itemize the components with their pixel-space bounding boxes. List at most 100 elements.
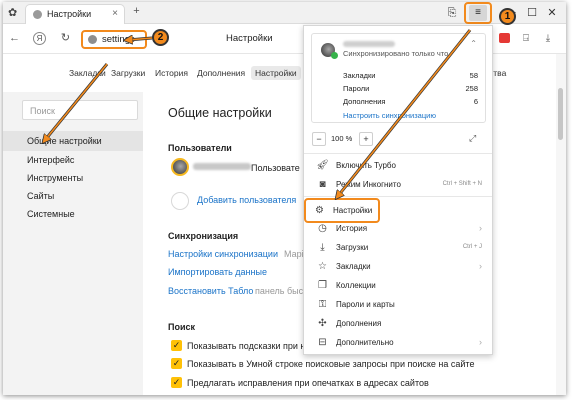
- yandex-icon[interactable]: Я: [33, 32, 46, 45]
- sync-row-value: 6: [473, 97, 478, 106]
- sync-section-title: Синхронизация: [168, 231, 239, 241]
- bookmark-page-icon[interactable]: ⎘: [444, 5, 460, 21]
- step-badge-2: 2: [152, 29, 169, 46]
- browser-window: ✿ Настройки × + ⎘ ≡ − ☐ ✕ ← Я ↻ settings…: [3, 2, 566, 395]
- menu-item-more[interactable]: ⊟ Дополнительно ›: [304, 333, 492, 352]
- account-name-blurred: [343, 41, 395, 47]
- menu-item-label: Коллекции: [336, 281, 376, 290]
- address-text: settings: [102, 34, 135, 45]
- menu-item-collections[interactable]: ❐ Коллекции: [304, 276, 492, 295]
- sidebar-item-general[interactable]: Общие настройки: [27, 136, 102, 146]
- users-section-title: Пользователи: [168, 143, 232, 153]
- menu-item-shortcut: Ctrl + J: [462, 244, 482, 250]
- extension-icon[interactable]: ⍈: [518, 31, 534, 46]
- menu-divider: [304, 196, 492, 197]
- sync-row-passwords: Пароли 258: [343, 84, 478, 93]
- puzzle-icon: ✣: [318, 318, 327, 329]
- site-settings-icon: [88, 35, 97, 44]
- sync-ok-icon: [331, 52, 338, 59]
- sidebar-item-sites[interactable]: Сайты: [27, 191, 54, 201]
- fullscreen-icon[interactable]: ⤢: [469, 133, 476, 144]
- menu-item-bookmarks[interactable]: ☆ Закладки ›: [304, 257, 492, 276]
- import-data-link[interactable]: Импортировать данные: [168, 267, 267, 277]
- sync-account-card[interactable]: Синхронизировано только что ⌃ Закладки 5…: [311, 33, 486, 123]
- rocket-icon: 🚀︎: [316, 160, 329, 171]
- menu-item-label: Закладки: [336, 262, 371, 271]
- step-badge-1: 1: [499, 8, 516, 25]
- sidebar-item-interface[interactable]: Интерфейс: [27, 155, 74, 165]
- extension-red-icon[interactable]: [499, 33, 510, 43]
- page-scrollbar[interactable]: [556, 54, 566, 395]
- sync-settings-link[interactable]: Настройки синхронизации: [168, 249, 278, 259]
- settings-search-input[interactable]: Поиск: [22, 100, 138, 120]
- more-dots-icon: ⊟: [318, 337, 327, 348]
- main-menu-dropdown: Синхронизировано только что ⌃ Закладки 5…: [303, 25, 493, 355]
- sidebar-item-system[interactable]: Системные: [27, 209, 75, 219]
- collections-icon: ❐: [318, 280, 327, 291]
- menu-item-extensions[interactable]: ✣ Дополнения: [304, 314, 492, 333]
- user-avatar[interactable]: [171, 158, 189, 176]
- incognito-mask-icon: ◙: [319, 179, 326, 190]
- title-bar: ✿ Настройки × + ⎘ ≡ − ☐ ✕: [3, 2, 566, 24]
- add-user-avatar-placeholder: [171, 192, 189, 210]
- settings-nav-history[interactable]: История: [155, 68, 188, 78]
- settings-nav-settings[interactable]: Настройки: [251, 66, 301, 80]
- zoom-level: 100 %: [331, 134, 353, 143]
- new-tab-button[interactable]: +: [130, 5, 143, 18]
- tab-settings[interactable]: Настройки ×: [25, 4, 125, 24]
- address-bar[interactable]: settings: [81, 30, 147, 49]
- settings-menu-item-highlight[interactable]: ⚙ Настройки: [304, 198, 380, 223]
- sync-row-bookmarks: Закладки 58: [343, 71, 478, 80]
- settings-menu-item-label: Настройки: [333, 206, 373, 215]
- settings-nav-extensions[interactable]: Дополнения: [197, 68, 245, 78]
- add-user-link[interactable]: Добавить пользователя: [197, 195, 296, 205]
- menu-item-label: Включить Турбо: [336, 161, 396, 170]
- chevron-up-icon[interactable]: ⌃: [470, 39, 477, 48]
- restore-tablo-fragment: панель быс: [255, 286, 304, 296]
- search-placeholder: Поиск: [30, 106, 55, 116]
- sync-row-value: 58: [469, 71, 478, 80]
- checkbox-typo-corrections[interactable]: ✓: [171, 377, 182, 388]
- configure-sync-link[interactable]: Настроить синхронизацию: [343, 111, 436, 120]
- checkbox-site-search-queries[interactable]: ✓: [171, 358, 182, 369]
- scrollbar-thumb[interactable]: [558, 88, 563, 140]
- downloads-icon[interactable]: ⤓: [540, 31, 556, 46]
- chevron-right-icon: ›: [479, 261, 482, 271]
- close-window-icon[interactable]: ✕: [544, 5, 560, 21]
- menu-item-label: Дополнительно: [336, 338, 394, 347]
- main-menu-button[interactable]: ≡: [469, 5, 487, 21]
- browser-settings-gear-icon[interactable]: ✿: [8, 6, 17, 19]
- checkbox-search-suggestions[interactable]: ✓: [171, 340, 182, 351]
- page-title-bar: Настройки: [226, 33, 273, 44]
- zoom-in-button[interactable]: +: [359, 132, 373, 146]
- user-name-blurred: [193, 163, 251, 170]
- tab-title: Настройки: [47, 9, 92, 19]
- search-section-title: Поиск: [168, 322, 196, 332]
- page-title: Общие настройки: [168, 106, 272, 120]
- maximize-icon[interactable]: ☐: [524, 5, 540, 21]
- star-icon: ☆: [318, 261, 327, 272]
- gear-icon: ⚙: [315, 205, 324, 216]
- settings-nav-downloads[interactable]: Загрузки: [111, 68, 145, 78]
- sync-settings-fragment: Марі: [284, 249, 304, 259]
- chevron-right-icon: ›: [479, 223, 482, 233]
- sync-row-label: Дополнения: [343, 97, 386, 106]
- menu-item-label: Загрузки: [336, 243, 369, 252]
- menu-item-incognito[interactable]: ◙ Режим Инкогнито Ctrl + Shift + N: [304, 175, 492, 194]
- sidebar-item-tools[interactable]: Инструменты: [27, 173, 83, 183]
- reload-icon[interactable]: ↻: [58, 31, 73, 46]
- zoom-out-button[interactable]: −: [312, 132, 326, 146]
- checkbox-typo-corrections-label: Предлагать исправления при опечатках в а…: [187, 378, 429, 388]
- menu-item-shortcut: Ctrl + Shift + N: [442, 181, 482, 187]
- tab-close-icon[interactable]: ×: [112, 8, 118, 19]
- menu-item-turbo[interactable]: 🚀︎ Включить Турбо: [304, 156, 492, 175]
- menu-item-downloads[interactable]: ⤓ Загрузки Ctrl + J: [304, 238, 492, 257]
- checkbox-search-suggestions-label: Показывать подсказки при на: [187, 341, 311, 351]
- download-icon: ⤓: [320, 242, 325, 253]
- menu-item-passwords[interactable]: ⚿ Пароли и карты: [304, 295, 492, 314]
- menu-item-label: Дополнения: [336, 319, 382, 328]
- back-arrow-icon[interactable]: ←: [7, 31, 22, 46]
- restore-tablo-link[interactable]: Восстановить Табло: [168, 286, 253, 296]
- menu-item-label: Режим Инкогнито: [336, 180, 401, 189]
- settings-nav-bookmarks[interactable]: Закладки: [69, 68, 106, 78]
